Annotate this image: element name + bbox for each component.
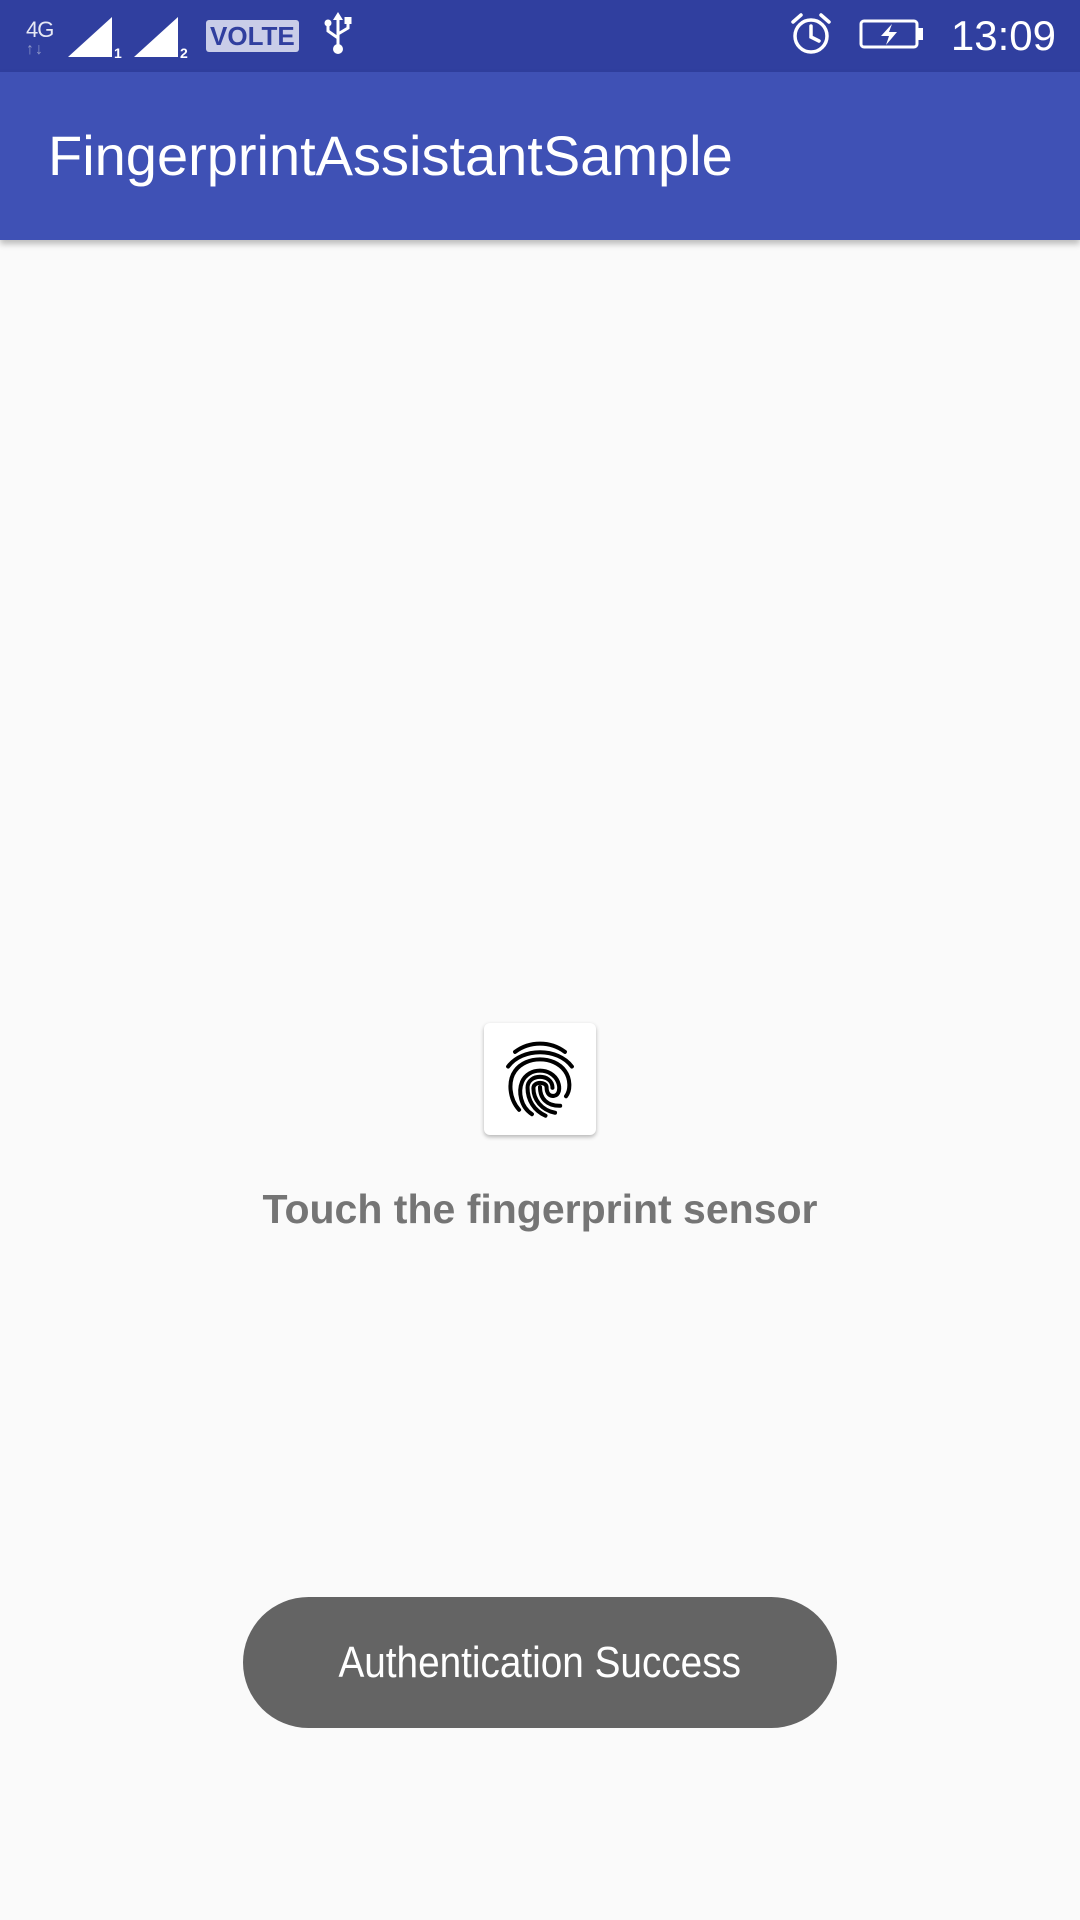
toast-message: Authentication Success [338,1637,742,1687]
clock: 13:09 [950,12,1056,59]
volte-badge: VOLTE [206,20,299,52]
status-left: 4G ↑↓ 1 2 VOLTE [24,0,353,72]
app-bar: FingerprintAssistantSample [0,72,1080,240]
instruction-text: Touch the fingerprint sensor [262,1186,818,1232]
signal-icon-sim2: 2 [134,11,194,61]
app-title: FingerprintAssistantSample [48,124,733,187]
network-type-indicator: 4G ↑↓ [24,11,60,61]
screen: 4G ↑↓ 1 2 VOLTE 13:09 FingerprintAssista… [0,0,1080,1920]
status-right: 13:09 [789,0,1056,72]
toast: Authentication Success [243,1597,837,1728]
status-bar: 4G ↑↓ 1 2 VOLTE 13:09 [0,0,1080,72]
fingerprint-icon [506,1041,574,1118]
usb-icon [323,11,353,61]
signal-icon-sim1: 1 [68,11,128,61]
sim1-label: 1 [114,45,122,61]
fingerprint-icon-container [484,1023,596,1135]
sim2-label: 2 [180,45,188,61]
alarm-icon [789,12,833,61]
battery-charging-icon [859,19,925,54]
data-activity-icon: ↑↓ [26,41,44,58]
network-type-label: 4G [26,17,54,42]
